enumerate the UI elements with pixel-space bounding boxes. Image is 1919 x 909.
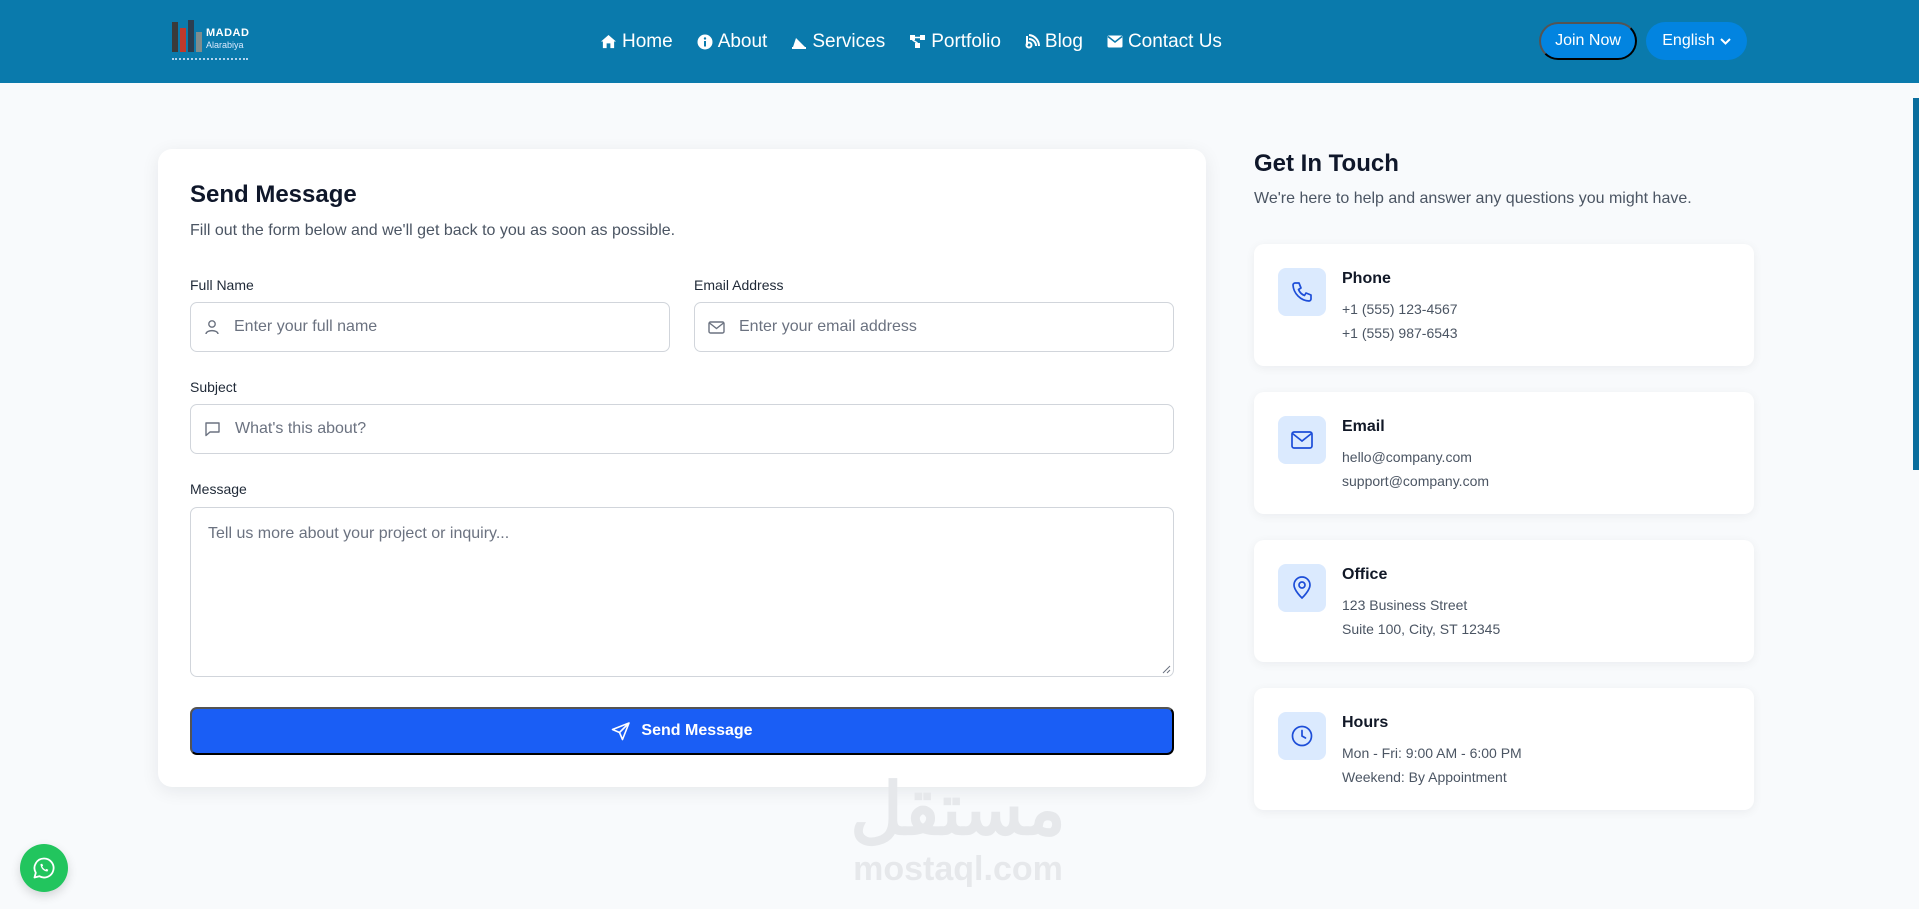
mail-icon [1291, 431, 1313, 449]
send-message-label: Send Message [641, 722, 753, 739]
nav-about-label: About [717, 30, 768, 52]
nav-contact[interactable]: Contact Us [1107, 31, 1222, 53]
language-label: English [1662, 32, 1715, 49]
hours-title: Hours [1342, 714, 1389, 731]
contact-form-card: Send Message Fill out the form below and… [158, 149, 1206, 787]
mail-icon-box [1278, 416, 1326, 464]
nav-services[interactable]: Services [791, 31, 885, 53]
resize-handle-icon[interactable] [1162, 665, 1171, 674]
full-name-input[interactable]: Enter your full name [190, 302, 670, 352]
message-textarea[interactable]: Tell us more about your project or inqui… [190, 507, 1174, 677]
nav-portfolio-label: Portfolio [931, 30, 1001, 52]
user-icon [205, 320, 219, 335]
phone-card: Phone +1 (555) 123-4567 +1 (555) 987-654… [1254, 244, 1754, 366]
map-pin-icon [1293, 576, 1311, 600]
form-title: Send Message [190, 181, 357, 208]
email-input[interactable]: Enter your email address [694, 302, 1174, 352]
portfolio-icon [910, 35, 926, 48]
nav-portfolio[interactable]: Portfolio [909, 31, 1001, 53]
site-logo[interactable]: MADAD Alarabiya [170, 18, 252, 68]
whatsapp-icon [33, 857, 55, 879]
logo-subtitle: Alarabiya [206, 40, 244, 50]
subject-placeholder: What's this about? [235, 420, 367, 437]
mail-outline-icon [708, 320, 725, 334]
send-message-button[interactable]: Send Message [190, 707, 1174, 755]
main-nav: Home About Services Portfolio Blog Conta… [600, 0, 1222, 83]
watermark-arabic: مستقل [850, 770, 1066, 850]
phone-line-2: +1 (555) 987-6543 [1342, 325, 1458, 341]
hours-line-2: Weekend: By Appointment [1342, 769, 1507, 785]
watermark-latin: mostaql.com [853, 850, 1063, 888]
send-icon [612, 722, 631, 741]
envelope-icon [1107, 35, 1123, 48]
logo-mark-icon [172, 20, 202, 52]
phone-icon-box [1278, 268, 1326, 316]
nav-home-label: Home [622, 30, 673, 52]
email-line-2: support@company.com [1342, 473, 1490, 489]
office-line-2: Suite 100, City, ST 12345 [1342, 621, 1501, 637]
hours-card: Hours Mon - Fri: 9:00 AM - 6:00 PM Weeke… [1254, 688, 1754, 810]
full-name-label: Full Name [190, 277, 254, 293]
chevron-down-icon [1720, 37, 1731, 45]
navbar: MADAD Alarabiya Home About Services Port… [0, 0, 1919, 83]
hours-line-1: Mon - Fri: 9:00 AM - 6:00 PM [1342, 745, 1522, 761]
email-label: Email Address [694, 277, 784, 293]
nav-services-label: Services [812, 30, 886, 52]
full-name-placeholder: Enter your full name [234, 318, 378, 335]
message-label: Message [190, 481, 247, 497]
email-placeholder: Enter your email address [739, 318, 917, 335]
message-square-icon [205, 422, 220, 437]
whatsapp-button[interactable] [20, 844, 68, 892]
nav-blog[interactable]: Blog [1025, 31, 1083, 53]
clock-icon [1291, 725, 1313, 747]
clock-icon-box [1278, 712, 1326, 760]
info-icon [697, 34, 713, 49]
subject-label: Subject [190, 379, 237, 395]
map-pin-icon-box [1278, 564, 1326, 612]
office-card: Office 123 Business Street Suite 100, Ci… [1254, 540, 1754, 662]
subject-input[interactable]: What's this about? [190, 404, 1174, 454]
get-in-touch-title: Get In Touch [1254, 150, 1399, 177]
email-line-1: hello@company.com [1342, 449, 1472, 465]
phone-icon [1292, 282, 1312, 302]
office-line-1: 123 Business Street [1342, 597, 1468, 613]
home-icon [601, 34, 616, 49]
message-placeholder: Tell us more about your project or inqui… [208, 525, 510, 542]
scrollbar-thumb[interactable] [1913, 98, 1919, 470]
join-now-button[interactable]: Join Now [1539, 22, 1637, 60]
logo-title: MADAD [206, 27, 250, 39]
get-in-touch-subtitle: We're here to help and answer any questi… [1254, 190, 1692, 207]
services-icon [792, 37, 807, 49]
email-card: Email hello@company.com support@company.… [1254, 392, 1754, 514]
nav-blog-label: Blog [1044, 30, 1083, 52]
office-title: Office [1342, 566, 1388, 583]
phone-title: Phone [1342, 270, 1391, 287]
nav-home[interactable]: Home [600, 31, 673, 53]
nav-contact-label: Contact Us [1127, 30, 1222, 52]
nav-about[interactable]: About [697, 30, 768, 53]
email-title: Email [1342, 418, 1385, 435]
language-selector[interactable]: English [1646, 22, 1747, 60]
logo-tagline [172, 58, 248, 60]
form-subtitle: Fill out the form below and we'll get ba… [190, 222, 676, 239]
phone-line-1: +1 (555) 123-4567 [1342, 301, 1458, 317]
blog-icon [1025, 34, 1040, 49]
